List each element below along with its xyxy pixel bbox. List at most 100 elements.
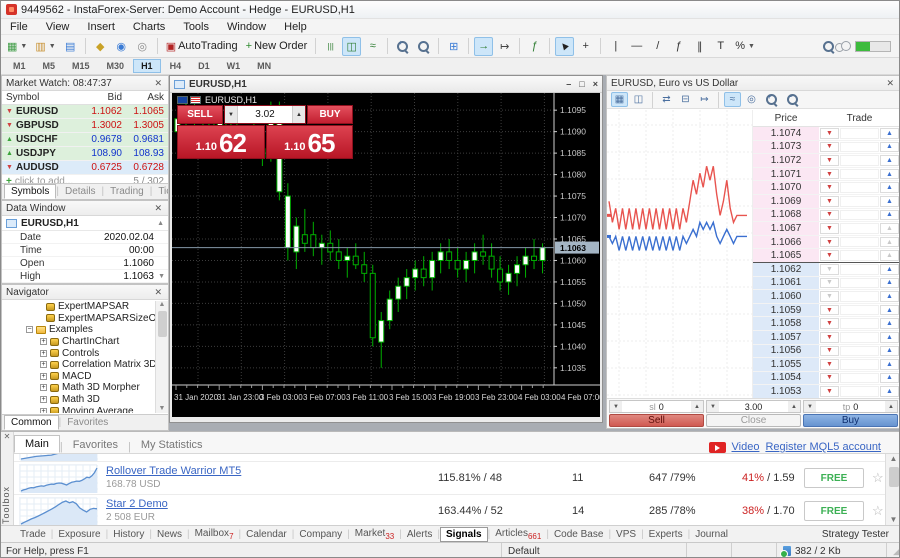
signal-name-link[interactable]: Rollover Trade Warrior MT5 xyxy=(106,465,241,477)
sell-limit-icon[interactable]: ▼ xyxy=(820,128,839,139)
tick-chart-icon[interactable]: ≈ xyxy=(724,92,741,107)
volume-down-icon[interactable]: ▼ xyxy=(225,106,238,123)
toolbox-tab-history[interactable]: History xyxy=(108,528,149,541)
tp-value[interactable]: 0 xyxy=(853,402,858,412)
buy-limit-icon[interactable]: ▲ xyxy=(880,359,899,370)
column-bid[interactable]: Bid xyxy=(84,92,126,103)
scroll-down-icon[interactable]: ▼ xyxy=(158,273,165,280)
zoom-in-icon[interactable]: + xyxy=(762,92,781,107)
sell-limit-icon[interactable]: ▼ xyxy=(820,305,839,316)
navigator-item[interactable]: +Math 3D Morpher xyxy=(2,382,155,394)
buy-limit-icon[interactable]: ▲ xyxy=(880,278,899,289)
timeframe-w1[interactable]: W1 xyxy=(219,59,249,73)
signal-name-link[interactable]: Star 2 Demo xyxy=(106,498,168,510)
menu-file[interactable]: File xyxy=(1,20,37,34)
navigator-item[interactable]: +Moving Average xyxy=(2,405,155,413)
menu-tools[interactable]: Tools xyxy=(174,20,218,34)
expander-icon[interactable]: + xyxy=(40,384,47,391)
buy-price[interactable]: 1.10 65 xyxy=(266,125,354,159)
trendline-icon[interactable]: / xyxy=(648,37,667,56)
close-icon[interactable]: ✕ xyxy=(152,203,164,214)
buy-limit-icon[interactable]: ▲ xyxy=(880,386,899,397)
column-ask[interactable]: Ask xyxy=(126,92,168,103)
expander-icon[interactable]: + xyxy=(40,350,47,357)
buy-limit-icon[interactable]: ▲ xyxy=(880,142,899,153)
minimize-icon[interactable]: – xyxy=(566,79,571,89)
close-icon[interactable]: ✕ xyxy=(884,78,896,89)
expander-icon[interactable]: + xyxy=(40,338,47,345)
market-watch-tab-ticks[interactable]: Ticks xyxy=(152,185,169,198)
column-symbol[interactable]: Symbol xyxy=(2,92,84,103)
toolbox-tab-signals[interactable]: Signals xyxy=(440,527,488,542)
sl-down-icon[interactable]: ▼ xyxy=(610,401,622,412)
sell-limit-icon[interactable]: ▼ xyxy=(820,318,839,329)
buy-limit-icon[interactable]: ▲ xyxy=(880,210,899,221)
sl-up-icon[interactable]: ▲ xyxy=(691,401,703,412)
profile-cell[interactable]: Default xyxy=(501,543,686,558)
sell-limit-icon[interactable]: ▼ xyxy=(820,155,839,166)
free-button[interactable]: FREE xyxy=(804,501,864,521)
toolbox-tab-mailbox[interactable]: Mailbox7 xyxy=(190,527,239,542)
menu-help[interactable]: Help xyxy=(275,20,316,34)
depth-mode-icon[interactable]: ▦ xyxy=(611,92,628,107)
search-icon[interactable] xyxy=(822,40,835,53)
candlestick-icon[interactable]: ◫ xyxy=(342,37,361,56)
volume-up-icon[interactable]: ▲ xyxy=(292,106,305,123)
market-watch-row-gbpusd[interactable]: ▼GBPUSD1.30021.3005 xyxy=(2,119,168,133)
buy-limit-icon[interactable]: ▲ xyxy=(880,155,899,166)
close-icon[interactable]: ✕ xyxy=(152,78,164,89)
sell-limit-icon[interactable]: ▼ xyxy=(820,291,839,302)
toolbox-tab-code-base[interactable]: Code Base xyxy=(549,528,608,541)
new-order-icon[interactable]: +New Order xyxy=(243,37,311,56)
register-mql5-link[interactable]: Register MQL5 account xyxy=(765,441,881,453)
menu-window[interactable]: Window xyxy=(218,20,275,34)
navigator-item[interactable]: +Controls xyxy=(2,347,155,359)
take-profit-stepper[interactable]: ▼ tp0 ▲ xyxy=(803,400,898,413)
market-watch-row-usdjpy[interactable]: ▲USDJPY108.90108.93 xyxy=(2,147,168,161)
buy-limit-icon[interactable]: ▲ xyxy=(880,318,899,329)
auto-scroll-icon[interactable]: → xyxy=(474,37,493,56)
line-chart-icon[interactable]: ≈ xyxy=(363,37,382,56)
sell-button[interactable]: SELL xyxy=(177,105,223,124)
signal-row[interactable]: Rollover Trade Warrior MT5168.78 USD115.… xyxy=(14,462,885,495)
resize-grip[interactable]: ◢ xyxy=(886,543,899,558)
buy-button[interactable]: BUY xyxy=(307,105,353,124)
sell-limit-icon[interactable]: ▼ xyxy=(820,210,839,221)
expander-icon[interactable]: + xyxy=(40,361,47,368)
navigator-item[interactable]: +ChartInChart xyxy=(2,336,155,348)
volume-stepper[interactable]: ▼ 3.00 ▲ xyxy=(706,400,801,413)
toolbox-tab-calendar[interactable]: Calendar xyxy=(241,528,292,541)
navigator-tab-common[interactable]: Common xyxy=(4,415,59,430)
channel-icon[interactable]: ∥ xyxy=(690,37,709,56)
web-request-icon[interactable]: ◎ xyxy=(133,37,152,56)
community-icon[interactable] xyxy=(835,40,851,52)
market-watch-tab-details[interactable]: Details xyxy=(59,185,102,198)
chart-area[interactable]: EURUSD,H1 SELL ▼ 3.02 ▲ BUY 1.10 62 xyxy=(172,93,600,417)
toolbox-tab-company[interactable]: Company xyxy=(294,528,347,541)
depth-circles-icon[interactable]: ◎ xyxy=(743,92,760,107)
toolbox-tab-trade[interactable]: Trade xyxy=(15,528,51,541)
buy-limit-icon[interactable]: ▲ xyxy=(880,237,899,248)
volume-value[interactable]: 3.02 xyxy=(238,106,292,123)
buy-limit-icon[interactable]: ▲ xyxy=(880,373,899,384)
sell-price[interactable]: 1.10 62 xyxy=(177,125,265,159)
indicators-icon[interactable]: ƒ xyxy=(525,37,544,56)
signal-row[interactable]: Star 2 Demo2 508 EUR163.44% / 5214285 /7… xyxy=(14,495,885,525)
volume-stepper[interactable]: ▼ 3.02 ▲ xyxy=(224,105,306,124)
toolbox-tab-experts[interactable]: Experts xyxy=(644,528,688,541)
navigator-item[interactable]: +Math 3D xyxy=(2,394,155,406)
toolbox-tab-journal[interactable]: Journal xyxy=(690,528,733,541)
sell-limit-icon[interactable]: ▼ xyxy=(820,142,839,153)
autotrading-icon[interactable]: ▣AutoTrading xyxy=(163,37,241,56)
accounts-icon[interactable]: ◉ xyxy=(112,37,131,56)
timeframe-m1[interactable]: M1 xyxy=(5,59,34,73)
sell-limit-icon[interactable]: ▼ xyxy=(820,250,839,261)
favorite-star-icon[interactable]: ☆ xyxy=(872,503,884,519)
dom-sell-button[interactable]: Sell xyxy=(609,414,704,427)
buy-limit-icon[interactable]: ▲ xyxy=(880,264,899,275)
crosshair-icon[interactable]: + xyxy=(576,37,595,56)
navigator-scrollbar[interactable]: ▲▼ xyxy=(155,301,168,413)
fibonacci-icon[interactable]: ƒ xyxy=(669,37,688,56)
zoom-out-icon[interactable]: − xyxy=(783,92,802,107)
new-chart-icon[interactable]: ▦▼ xyxy=(4,37,30,56)
